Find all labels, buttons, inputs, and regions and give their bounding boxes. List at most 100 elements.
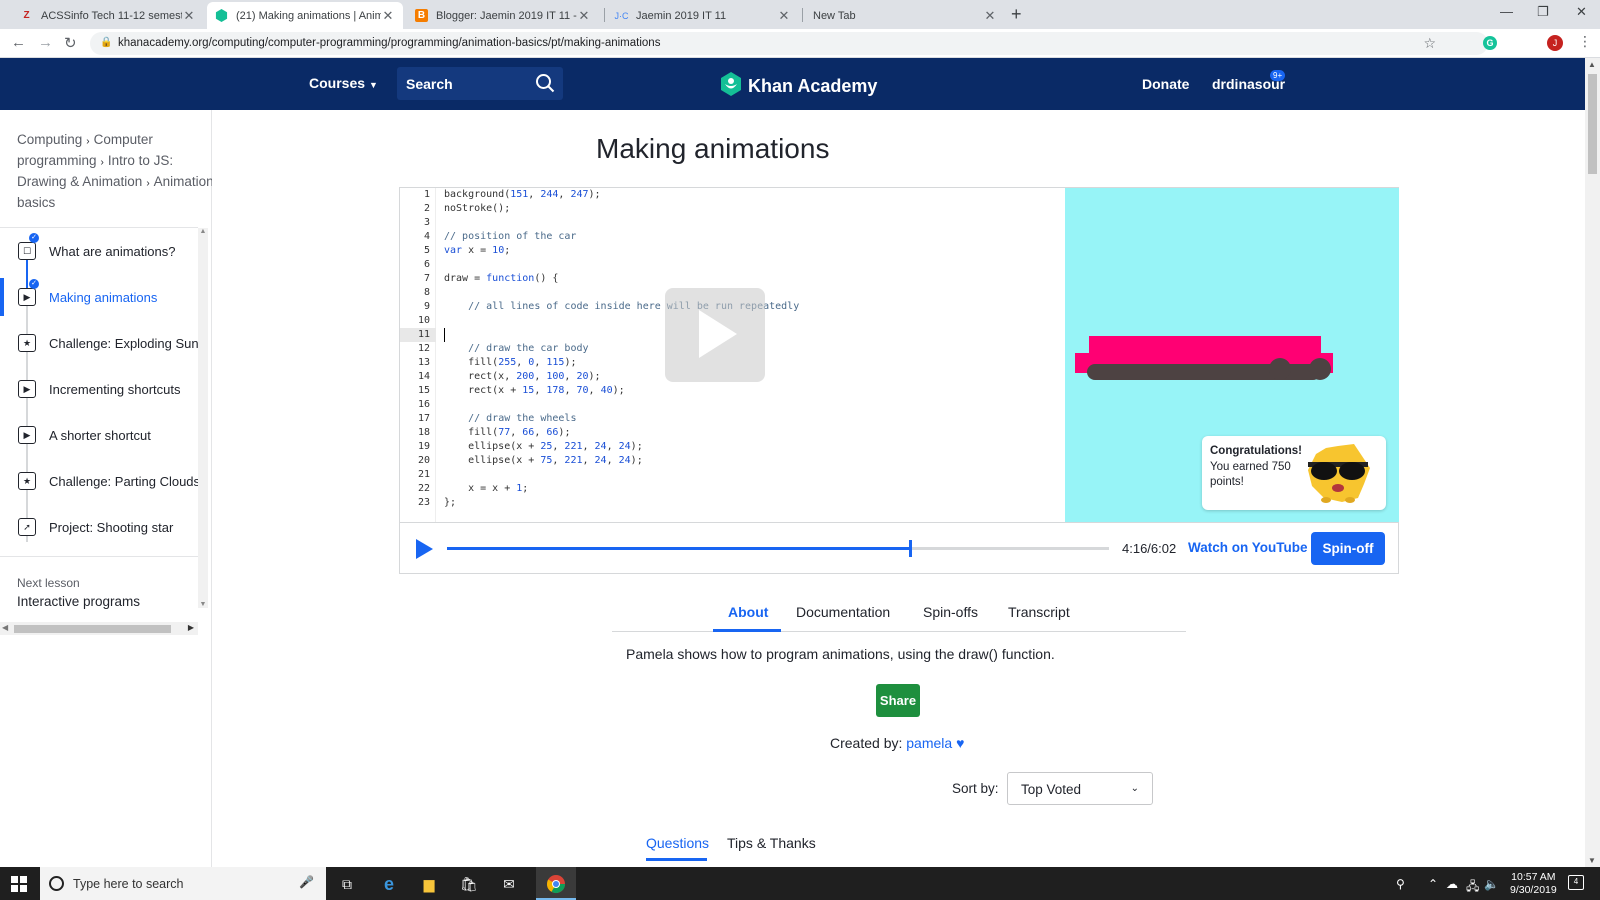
breadcrumb-animation-basics-cont[interactable]: basics (17, 195, 55, 210)
edge-browser-icon[interactable]: e (378, 874, 400, 894)
breadcrumb-intro-js[interactable]: Intro to JS: (108, 153, 173, 168)
browser-tab-making-animations[interactable]: (21) Making animations | Animati ✕ (207, 2, 403, 29)
tab-questions[interactable]: Questions (646, 835, 709, 851)
notification-badge[interactable]: 9+ (1270, 70, 1286, 81)
chevron-right-icon: › (86, 136, 90, 147)
browser-tab-acssinfo[interactable]: Z ACSSinfo Tech 11-12 semester 1 ✕ (12, 2, 204, 29)
tab-close-icon[interactable]: ✕ (777, 8, 791, 24)
khan-logo-icon (720, 72, 742, 101)
tab-tips-thanks[interactable]: Tips & Thanks (727, 835, 816, 851)
breadcrumb-computing[interactable]: Computing (17, 132, 82, 147)
line-number: 2 (423, 203, 430, 214)
scroll-left-icon[interactable]: ◀ (2, 623, 8, 632)
output-canvas[interactable]: Congratulations! You earned 750 points! (1065, 188, 1399, 522)
scroll-down-icon[interactable]: ▼ (1588, 856, 1596, 865)
tab-close-icon[interactable]: ✕ (983, 8, 997, 24)
chevron-right-icon: › (146, 178, 150, 189)
scroll-up-icon[interactable]: ▲ (198, 228, 208, 235)
breadcrumb-animation-basics[interactable]: Animation (154, 174, 212, 189)
lesson-item-shorter-shortcut[interactable]: ▶ A shorter shortcut (0, 412, 198, 458)
tab-documentation[interactable]: Documentation (796, 604, 890, 620)
search-icon[interactable] (535, 73, 555, 98)
lesson-item-exploding-sun[interactable]: ★ Challenge: Exploding Sun (0, 320, 199, 366)
back-arrow-icon[interactable]: ← (11, 34, 26, 51)
lesson-item-making-animations[interactable]: ▶ ✓ Making animations (0, 274, 198, 320)
browser-tab-new-tab[interactable]: New Tab ✕ (805, 2, 1005, 29)
task-view-icon[interactable]: ⧉ (336, 874, 358, 894)
lesson-label: Challenge: Exploding Sun (49, 335, 199, 351)
mail-icon[interactable]: ✉ (498, 874, 520, 894)
microphone-icon[interactable]: 🎤 (299, 875, 314, 889)
volume-icon[interactable]: 🔈 (1484, 877, 1499, 891)
courses-menu-button[interactable]: Courses ▼ (309, 75, 378, 91)
new-tab-plus-icon[interactable]: + (1011, 4, 1022, 25)
scroll-down-icon[interactable]: ▼ (198, 601, 208, 608)
tab-separator (604, 8, 605, 22)
lesson-item-shooting-star[interactable]: ➚ Project: Shooting star (0, 504, 198, 550)
profile-avatar[interactable]: J (1547, 35, 1563, 51)
line-number: 5 (423, 245, 430, 256)
line-number: 14 (417, 371, 430, 382)
breadcrumb-computer-programming[interactable]: Computer (94, 132, 153, 147)
minimize-icon[interactable]: — (1500, 4, 1513, 19)
reload-icon[interactable]: ↻ (64, 34, 77, 52)
taskbar-clock[interactable]: 10:57 AM 9/30/2019 (1510, 871, 1557, 897)
line-number: 19 (417, 441, 430, 452)
lesson-label: Project: Shooting star (49, 519, 174, 535)
page-scrollbar[interactable]: ▲ ▼ (1585, 58, 1600, 867)
donate-link[interactable]: Donate (1142, 76, 1189, 92)
lesson-item-parting-clouds[interactable]: ★ Challenge: Parting Clouds (0, 458, 200, 504)
sort-select[interactable]: Top Voted ⌄ (1007, 772, 1153, 805)
scroll-thumb[interactable] (1588, 74, 1597, 174)
tray-chevron-up-icon[interactable]: ⌃ (1428, 877, 1438, 891)
windows-start-icon[interactable] (11, 876, 27, 897)
browser-tab-jaemin[interactable]: J·C Jaemin 2019 IT 11 ✕ (607, 2, 799, 29)
completed-check-icon: ✓ (29, 279, 39, 289)
khan-academy-logo[interactable]: Khan Academy (720, 72, 877, 101)
lesson-item-what-are-animations[interactable]: ☐ ✓ What are animations? (0, 228, 198, 274)
tab-transcript[interactable]: Transcript (1008, 604, 1070, 620)
video-play-overlay-button[interactable] (665, 288, 765, 382)
tab-close-icon[interactable]: ✕ (381, 8, 395, 24)
spin-off-button[interactable]: Spin-off (1311, 532, 1385, 565)
close-window-icon[interactable]: ✕ (1576, 4, 1587, 20)
browser-tab-blogger[interactable]: B Blogger: Jaemin 2019 IT 11 - All p ✕ (407, 2, 599, 29)
tab-close-icon[interactable]: ✕ (182, 8, 196, 24)
scroll-up-icon[interactable]: ▲ (1588, 60, 1596, 69)
address-bar[interactable]: 🔒 khanacademy.org/computing/computer-pro… (90, 32, 1488, 55)
forward-arrow-icon[interactable]: → (38, 34, 53, 51)
breadcrumb-computer-programming-cont[interactable]: programming (17, 153, 97, 168)
bookmark-star-icon[interactable]: ☆ (1423, 35, 1436, 52)
video-description: Pamela shows how to program animations, … (626, 646, 1055, 662)
scrubber-handle[interactable] (909, 540, 913, 557)
scroll-right-icon[interactable]: ▶ (188, 623, 194, 632)
scroll-thumb[interactable] (14, 625, 171, 633)
next-lesson-link[interactable]: Interactive programs (17, 594, 140, 609)
onedrive-icon[interactable]: ☁ (1446, 877, 1458, 891)
tab-about[interactable]: About (728, 604, 768, 620)
sidebar-horizontal-scrollbar[interactable]: ◀ ▶ (0, 622, 198, 635)
file-explorer-icon[interactable]: ▆ (418, 874, 440, 894)
chrome-menu-icon[interactable]: ⋮ (1578, 33, 1592, 50)
watch-on-youtube-link[interactable]: Watch on YouTube (1188, 540, 1308, 555)
network-icon[interactable]: 🖧 (1466, 877, 1479, 898)
taskbar-search-input[interactable]: Type here to search 🎤 (40, 867, 326, 900)
author-link[interactable]: pamela (906, 735, 952, 751)
grammarly-extension-icon[interactable]: G (1483, 36, 1497, 50)
share-button[interactable]: Share (876, 684, 920, 717)
browser-tab-strip: Z ACSSinfo Tech 11-12 semester 1 ✕ (21) … (0, 0, 1600, 29)
search-input[interactable]: Search (397, 67, 563, 100)
chrome-taskbar-button[interactable] (536, 867, 576, 900)
restore-icon[interactable]: ❐ (1537, 4, 1549, 20)
store-icon[interactable]: 🛍 (458, 874, 480, 894)
tab-spin-offs[interactable]: Spin-offs (923, 604, 978, 620)
tab-close-icon[interactable]: ✕ (577, 8, 591, 24)
tab-title: (21) Making animations | Animati (236, 9, 381, 22)
sidebar-scrollbar[interactable]: ▲ ▼ (198, 228, 208, 608)
lesson-item-incrementing-shortcuts[interactable]: ▶ Incrementing shortcuts (0, 366, 198, 412)
action-center-icon[interactable]: 4 (1568, 875, 1584, 890)
people-icon[interactable]: ⚲ (1396, 877, 1405, 891)
scrubber-track[interactable] (447, 540, 1109, 557)
breadcrumb-intro-js-cont[interactable]: Drawing & Animation (17, 174, 142, 189)
play-button[interactable] (416, 539, 433, 559)
